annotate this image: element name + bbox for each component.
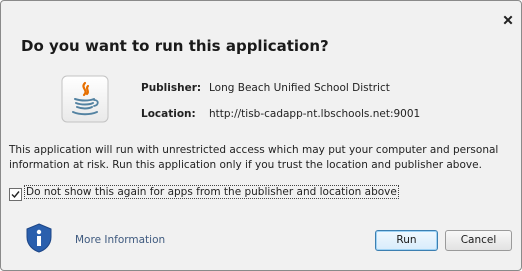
location-label: Location: [141, 108, 196, 120]
publisher-value: Long Beach Unified School District [209, 82, 390, 94]
run-button[interactable]: Run [375, 230, 438, 251]
java-logo-icon [61, 75, 109, 123]
checkmark-icon [11, 191, 20, 199]
dialog-title: Do you want to run this application? [21, 37, 329, 55]
do-not-show-checkbox[interactable] [9, 188, 22, 201]
close-icon[interactable] [503, 15, 513, 25]
do-not-show-label[interactable]: Do not show this again for apps from the… [24, 185, 399, 199]
more-information-link[interactable]: More Information [75, 234, 165, 246]
run-application-dialog: Do you want to run this application? Pub… [0, 0, 522, 271]
cancel-button[interactable]: Cancel [445, 230, 512, 251]
publisher-label: Publisher: [141, 82, 202, 94]
location-value: http://tisb-cadapp-nt.lbschools.net:9001 [209, 108, 421, 120]
shield-info-icon [25, 223, 53, 253]
security-warning-text: This application will run with unrestric… [9, 144, 499, 171]
